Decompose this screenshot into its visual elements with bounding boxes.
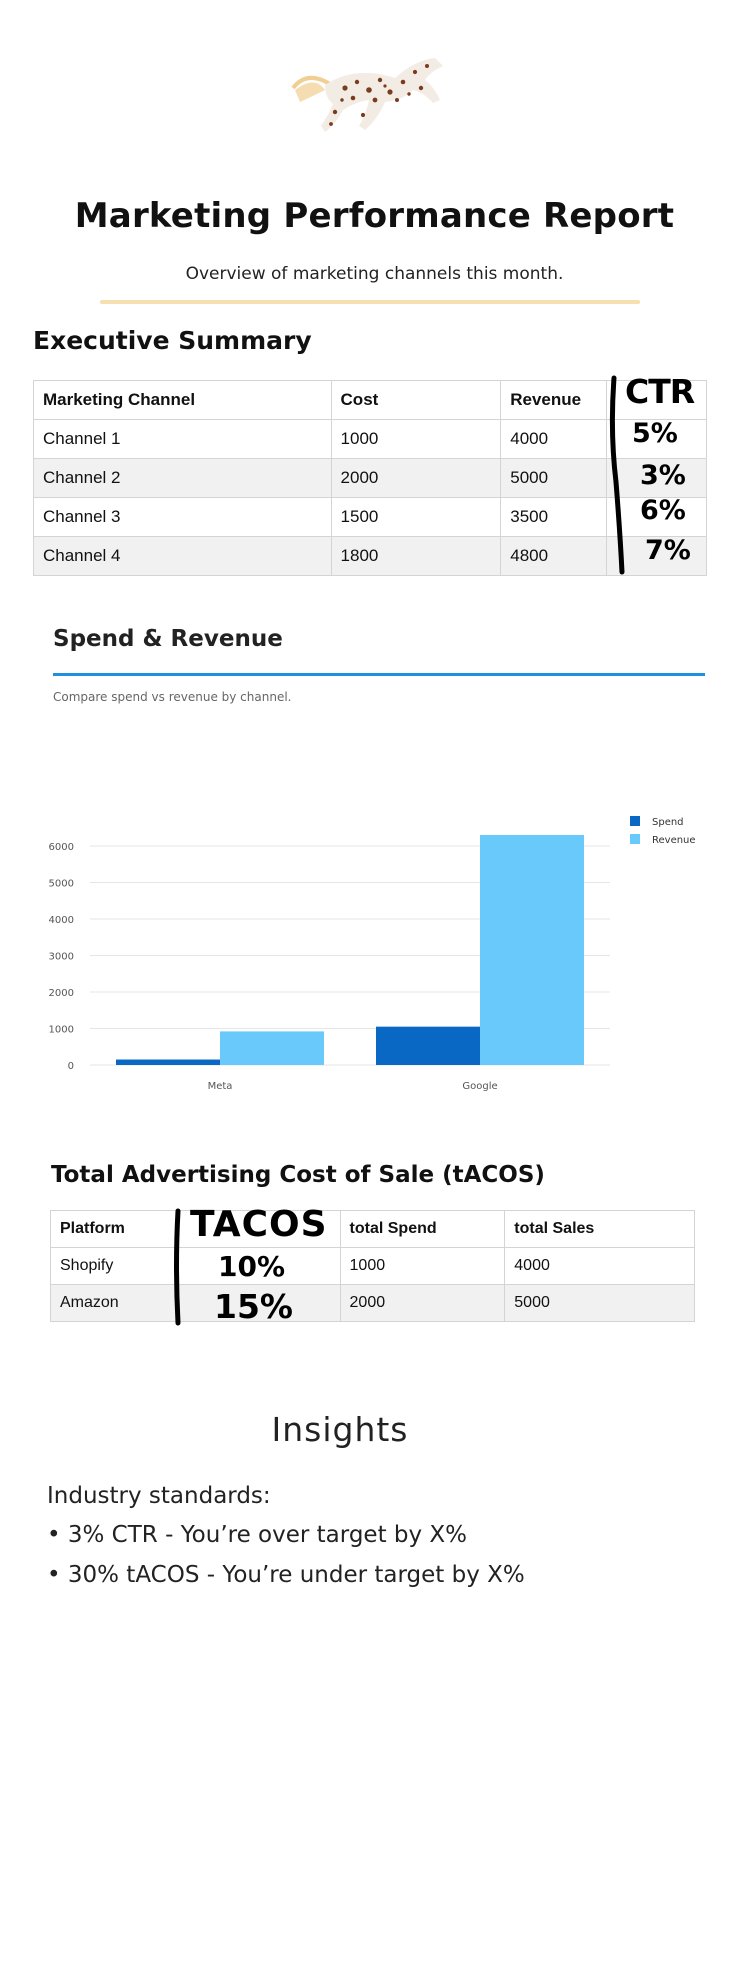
y-tick-label: 5000 (49, 878, 74, 889)
insights-line: • 3% CTR - You’re over target by X% (47, 1522, 468, 1548)
spend-cell: 1000 (339, 1247, 506, 1285)
bar-revenue (220, 1031, 324, 1065)
column-header: total Spend (339, 1210, 506, 1248)
executive-summary-heading: Executive Summary (33, 326, 312, 355)
table-header-row: Platform total Spend total Sales (50, 1210, 695, 1248)
platform-cell: Shopify (50, 1247, 179, 1285)
column-header: total Sales (504, 1210, 695, 1248)
legend-swatch (630, 816, 640, 826)
revenue-cell: 5000 (500, 458, 608, 498)
sales-cell: 4000 (504, 1247, 695, 1285)
cost-cell: 1000 (330, 419, 502, 459)
y-tick-label: 1000 (49, 1024, 74, 1035)
column-header: Platform (50, 1210, 179, 1248)
handwritten-ctr-value: 5% (632, 418, 678, 449)
handwritten-tacos-header: TACOS (190, 1204, 328, 1245)
section-divider (53, 673, 705, 676)
y-tick-label: 3000 (49, 951, 74, 962)
cost-cell: 2000 (330, 458, 502, 498)
legend-label: Revenue (652, 835, 696, 846)
handwritten-ctr-value: 3% (640, 460, 686, 491)
x-tick-label: Meta (208, 1081, 233, 1092)
cost-cell: 1500 (330, 497, 502, 537)
y-tick-label: 0 (68, 1061, 74, 1072)
column-header: Cost (330, 380, 502, 420)
legend-label: Spend (652, 817, 684, 828)
channel-cell: Channel 2 (33, 458, 332, 498)
insights-line: • 30% tACOS - You’re under target by X% (47, 1562, 525, 1588)
sales-cell: 5000 (504, 1284, 695, 1322)
spend-cell: 2000 (339, 1284, 506, 1322)
y-tick-label: 6000 (49, 842, 74, 853)
legend-swatch (630, 834, 640, 844)
spend-revenue-heading: Spend & Revenue (53, 626, 283, 652)
revenue-cell: 4800 (500, 536, 608, 576)
handwritten-divider-line (174, 1208, 181, 1326)
revenue-cell: 3500 (500, 497, 608, 537)
page-subtitle: Overview of marketing channels this mont… (185, 264, 564, 284)
column-header: Revenue (500, 380, 608, 420)
page-title: Marketing Performance Report (74, 196, 675, 236)
handwritten-ctr-header: CTR (625, 372, 695, 411)
bar-revenue (480, 835, 584, 1065)
revenue-cell: 4000 (500, 419, 608, 459)
tacos-heading: Total Advertising Cost of Sale (tACOS) (51, 1162, 545, 1188)
table-row: Amazon 2000 5000 (50, 1284, 695, 1322)
insights-heading: Insights (271, 1410, 409, 1449)
channel-cell: Channel 4 (33, 536, 332, 576)
bar-spend (116, 1059, 220, 1065)
handwritten-tacos-value: 15% (214, 1287, 293, 1326)
channel-cell: Channel 3 (33, 497, 332, 537)
title-divider (100, 300, 640, 304)
tacos-table: Platform total Spend total Sales Shopify… (50, 1210, 695, 1322)
horse-logo-icon (291, 58, 443, 132)
x-tick-label: Google (462, 1081, 497, 1092)
channel-cell: Channel 1 (33, 419, 332, 459)
handwritten-ctr-value: 6% (640, 495, 686, 526)
y-tick-label: 2000 (49, 988, 74, 999)
insights-line: Industry standards: (47, 1483, 271, 1509)
handwritten-ctr-value: 7% (645, 535, 691, 566)
table-row: Shopify 1000 4000 (50, 1247, 695, 1285)
platform-cell: Amazon (50, 1284, 179, 1322)
cost-cell: 1800 (330, 536, 502, 576)
spend-revenue-description: Compare spend vs revenue by channel. (53, 690, 292, 704)
bar-spend (376, 1026, 480, 1065)
spend-revenue-bar-chart: 0 1000 2000 3000 4000 5000 6000 Meta Google Spend… (49, 816, 696, 1092)
column-header: Marketing Channel (33, 380, 332, 420)
y-tick-label: 4000 (49, 915, 74, 926)
handwritten-tacos-value: 10% (218, 1250, 286, 1283)
